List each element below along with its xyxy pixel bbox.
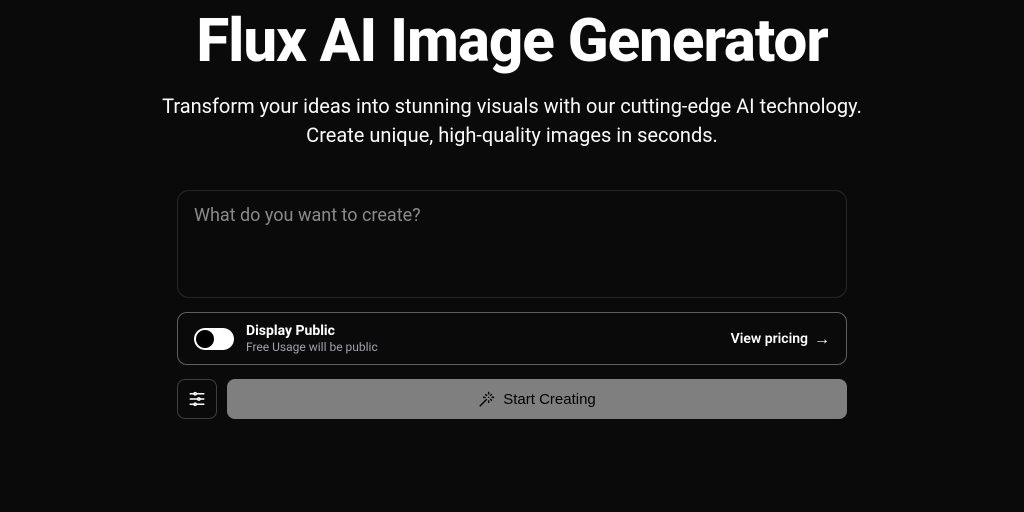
settings-button[interactable] <box>177 379 217 419</box>
action-row: Start Creating <box>177 379 847 419</box>
arrow-right-icon: → <box>814 329 830 349</box>
start-button-label: Start Creating <box>503 391 596 408</box>
prompt-input[interactable] <box>177 190 847 298</box>
public-left-group: Display Public Free Usage will be public <box>194 323 378 354</box>
display-public-toggle[interactable] <box>194 328 234 350</box>
page-title: Flux AI Image Generator <box>196 8 827 74</box>
public-text-group: Display Public Free Usage will be public <box>246 323 378 354</box>
public-title: Display Public <box>246 323 378 339</box>
sliders-icon <box>188 390 206 408</box>
start-creating-button[interactable]: Start Creating <box>227 379 847 419</box>
public-subtitle: Free Usage will be public <box>246 340 378 354</box>
view-pricing-link[interactable]: View pricing → <box>731 329 830 349</box>
page-subtitle: Transform your ideas into stunning visua… <box>152 92 872 150</box>
magic-wand-icon <box>478 391 495 408</box>
public-visibility-row: Display Public Free Usage will be public… <box>177 312 847 365</box>
pricing-label: View pricing <box>731 331 808 347</box>
generator-panel: Display Public Free Usage will be public… <box>177 190 847 419</box>
toggle-knob <box>196 330 214 348</box>
